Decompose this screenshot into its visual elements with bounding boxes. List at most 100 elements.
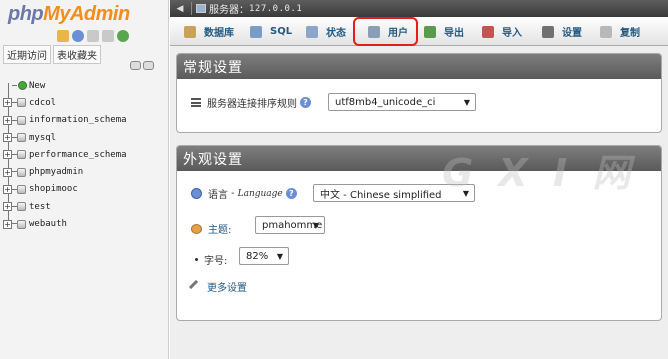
database-icon <box>17 202 26 212</box>
tab-recent[interactable]: 近期访问 <box>3 45 51 64</box>
logo-part-php: php <box>8 3 44 25</box>
collation-row: 服务器连接排序规则 ? <box>191 95 311 110</box>
menu-status[interactable]: 状态 <box>306 17 346 46</box>
help-icon[interactable]: ? <box>285 188 297 199</box>
collation-select[interactable]: utf8mb4_unicode_ci ▼ <box>328 93 476 111</box>
tree-item-database[interactable]: + mysql <box>0 129 169 146</box>
settings-icon[interactable] <box>102 30 114 42</box>
back-arrow-icon[interactable]: ◀ <box>173 3 187 15</box>
tree-item-label[interactable]: information_schema <box>29 115 127 125</box>
docs-icon[interactable] <box>87 30 99 42</box>
expand-icon[interactable]: + <box>3 133 12 143</box>
theme-label[interactable]: 主题: <box>208 221 231 236</box>
tree-item-database[interactable]: + test <box>0 198 169 215</box>
server-address[interactable]: 127.0.0.1 <box>249 4 302 14</box>
language-value: 中文 - Chinese simplified <box>320 189 442 201</box>
fontsize-label: 字号: <box>204 256 228 267</box>
database-tree: New + cdcol + information_schema + mysql… <box>0 77 169 233</box>
menu-label: 复制 <box>620 28 640 39</box>
menu-label: SQL <box>270 26 293 37</box>
reload-icon[interactable] <box>117 30 129 42</box>
nav-tabs: 近期访问 表收藏夹 <box>3 45 101 64</box>
language-row: 语言 - Language ? <box>191 186 297 201</box>
database-icon <box>17 150 26 160</box>
database-icon <box>17 167 26 177</box>
tree-item-label[interactable]: New <box>29 81 45 91</box>
tree-item-label[interactable]: performance_schema <box>29 150 127 160</box>
tree-item-label[interactable]: webauth <box>29 219 67 229</box>
database-icon <box>17 219 26 229</box>
nav-quick-icons <box>57 30 129 42</box>
wrench-icon <box>542 25 554 38</box>
breadcrumb-divider <box>191 2 192 15</box>
tab-favorites[interactable]: 表收藏夹 <box>53 45 101 64</box>
tree-item-label[interactable]: mysql <box>29 133 56 143</box>
logo-part-myadmin: MyAdmin <box>43 3 130 25</box>
label-dash: - <box>231 188 235 199</box>
bullet-icon <box>195 258 198 261</box>
menu-sql[interactable]: SQL <box>250 17 292 46</box>
more-settings-link[interactable]: 更多设置 <box>207 279 247 294</box>
database-icon <box>17 115 26 125</box>
tree-item-database[interactable]: + performance_schema <box>0 146 169 163</box>
watermark: G X I 网 <box>442 151 637 195</box>
menu-settings[interactable]: 设置 <box>542 17 582 46</box>
more-settings-row: 更多设置 <box>188 279 247 294</box>
tree-item-label[interactable]: phpmyadmin <box>29 167 83 177</box>
menu-label: 导出 <box>444 28 464 39</box>
server-icon <box>196 4 206 13</box>
general-settings-panel: 常规设置 服务器连接排序规则 ? utf8mb4_unicode_ci ▼ <box>176 53 662 133</box>
list-icon <box>191 98 201 107</box>
help-icon[interactable]: ? <box>300 97 311 108</box>
main-content: ◀ 服务器： 127.0.0.1 数据库 SQL 状态 用户 导出 导入 设置 … <box>170 0 668 359</box>
server-label[interactable]: 服务器： <box>209 1 249 16</box>
collapse-all-icon[interactable] <box>130 61 141 70</box>
menu-import[interactable]: 导入 <box>482 17 522 46</box>
expand-icon[interactable]: + <box>3 98 12 108</box>
new-database-icon <box>18 81 27 91</box>
top-menu: 数据库 SQL 状态 用户 导出 导入 设置 复制 <box>170 17 668 46</box>
chevron-down-icon: ▼ <box>276 252 283 261</box>
tree-item-database[interactable]: + shopimooc <box>0 181 169 198</box>
expand-icon[interactable]: + <box>3 167 12 177</box>
expand-icon[interactable]: + <box>3 115 12 125</box>
theme-row: 主题: <box>191 221 231 236</box>
replication-icon <box>600 25 612 38</box>
nav-controls <box>130 61 154 70</box>
home-icon[interactable] <box>57 30 69 42</box>
tree-item-database[interactable]: + information_schema <box>0 112 169 129</box>
expand-icon[interactable]: + <box>3 202 12 212</box>
tree-item-label[interactable]: shopimooc <box>29 184 78 194</box>
import-icon <box>482 25 494 38</box>
collation-value: utf8mb4_unicode_ci <box>335 96 436 108</box>
highlight-box <box>353 17 418 46</box>
menu-label: 导入 <box>502 28 522 39</box>
database-icon <box>17 98 26 108</box>
phpmyadmin-logo[interactable]: phpMyAdmin <box>8 3 130 26</box>
tree-item-database[interactable]: + cdcol <box>0 94 169 111</box>
menu-label: 数据库 <box>204 28 234 39</box>
chevron-down-icon: ▼ <box>312 221 319 230</box>
menu-export[interactable]: 导出 <box>424 17 464 46</box>
language-label-en: Language <box>237 188 283 199</box>
language-label: 语言 <box>208 190 228 201</box>
tree-item-label[interactable]: cdcol <box>29 98 56 108</box>
panel-title: 常规设置 <box>177 54 661 79</box>
menu-replication[interactable]: 复制 <box>600 17 640 46</box>
expand-icon[interactable]: + <box>3 219 12 229</box>
expand-icon[interactable]: + <box>3 184 12 194</box>
help-icon[interactable] <box>72 30 84 42</box>
fontsize-select[interactable]: 82% ▼ <box>239 247 289 265</box>
tree-item-database[interactable]: + webauth <box>0 215 169 232</box>
database-icon <box>184 25 196 38</box>
tree-item-label[interactable]: test <box>29 202 51 212</box>
palette-icon <box>191 223 202 234</box>
menu-databases[interactable]: 数据库 <box>184 17 234 46</box>
tree-item-database[interactable]: + phpmyadmin <box>0 163 169 180</box>
theme-select[interactable]: pmahomme ▼ <box>255 216 325 234</box>
database-icon <box>17 184 26 194</box>
link-with-main-icon[interactable] <box>143 61 154 70</box>
tree-item-new[interactable]: New <box>0 77 169 94</box>
language-icon <box>191 188 202 199</box>
expand-icon[interactable]: + <box>3 150 12 160</box>
